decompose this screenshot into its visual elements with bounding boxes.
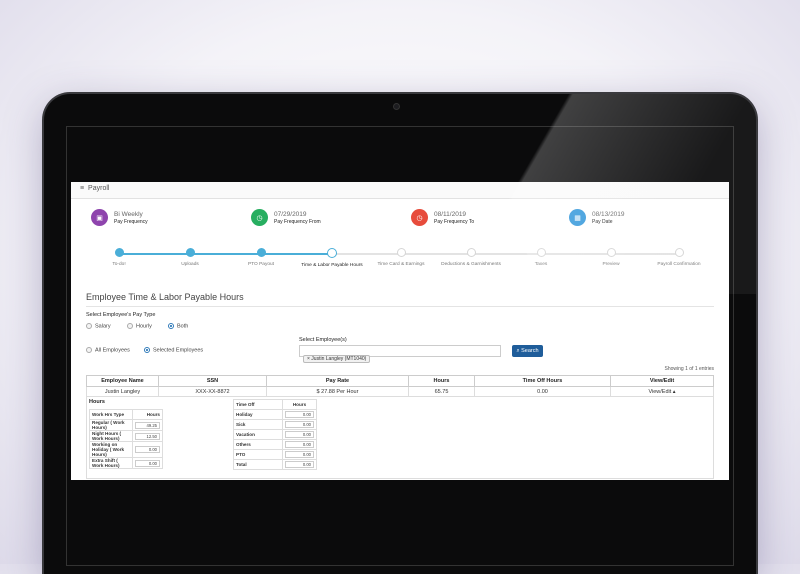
step-time-card[interactable]: Time Card & Earnings bbox=[366, 248, 436, 268]
pay-rate-cell: $ 27.88 Per Hour bbox=[266, 386, 409, 397]
step-uploads[interactable]: Uploads bbox=[155, 248, 225, 268]
money-icon: ▣ bbox=[91, 209, 108, 226]
divider bbox=[86, 306, 714, 307]
employee-tag[interactable]: × Justin Langley (MT1040) bbox=[303, 355, 371, 363]
col-pay-rate[interactable]: Pay Rate bbox=[266, 375, 409, 387]
panel-header: ≡ Payroll bbox=[71, 182, 729, 199]
step-pto-payout[interactable]: PTO Payout bbox=[226, 248, 296, 268]
col-time-off-hours[interactable]: Time Off Hours bbox=[474, 375, 611, 387]
hours-input[interactable]: 49.25 bbox=[135, 421, 160, 429]
col-employee-name[interactable]: Employee Name bbox=[86, 375, 159, 387]
table-row: Vacation 0.00 bbox=[233, 429, 317, 440]
time-off-input[interactable]: 0.00 bbox=[285, 451, 314, 458]
summary-value: 08/11/2019 bbox=[434, 210, 467, 218]
summary-value: 08/13/2019 bbox=[592, 210, 625, 218]
hours-cell: 65.75 bbox=[408, 386, 475, 397]
radio-all-employees[interactable]: All Employees bbox=[86, 347, 130, 353]
time-off-input[interactable]: 0.00 bbox=[285, 431, 314, 438]
entries-count: Showing 1 of 1 entries bbox=[664, 366, 714, 372]
col-ssn[interactable]: SSN bbox=[158, 375, 267, 387]
summary-label: Pay Frequency To bbox=[434, 218, 475, 225]
employee-table: Employee Name SSN Pay Rate Hours Time Of… bbox=[86, 375, 714, 397]
time-off-input[interactable]: 0.00 bbox=[285, 441, 314, 448]
summary-pay-frequency: ▣ Bi Weekly Pay Frequency bbox=[91, 209, 148, 226]
pay-type-label: Select Employee's Pay Type bbox=[86, 312, 156, 318]
progress-stepper: To-do! Uploads PTO Payout Time & Labor P… bbox=[71, 245, 729, 297]
radio-hourly[interactable]: Hourly bbox=[127, 323, 152, 329]
select-employee-label: Select Employee(s) bbox=[299, 337, 347, 343]
table-row: Night Hours ( Work Hours) 12.50 bbox=[89, 430, 163, 442]
employee-name-link[interactable]: Justin Langley bbox=[86, 386, 159, 397]
table-row: Extra Shift ( Work Hours) 0.00 bbox=[89, 457, 163, 469]
time-off-table: Time Off Hours Holiday 0.00 Sick 0.00 Vacat… bbox=[233, 399, 317, 470]
table-row: Others 0.00 bbox=[233, 439, 317, 450]
calendar-icon: ▦ bbox=[569, 209, 586, 226]
time-off-input[interactable]: 0.00 bbox=[285, 411, 314, 418]
search-button[interactable]: ⌕ Search bbox=[512, 345, 543, 357]
step-preview[interactable]: Preview bbox=[576, 248, 646, 268]
search-icon: ⌕ bbox=[516, 348, 520, 354]
employee-multiselect[interactable]: × Justin Langley (MT1040) bbox=[299, 345, 501, 363]
time-off-total: 0.00 bbox=[285, 461, 314, 468]
summary-pay-from: ◷ 07/29/2019 Pay Frequency From bbox=[251, 209, 321, 226]
clock-icon: ◷ bbox=[251, 209, 268, 226]
step-taxes[interactable]: Taxes bbox=[506, 248, 576, 268]
table-row: Regular ( Work Hours) 49.25 bbox=[89, 419, 163, 431]
view-edit-link[interactable]: View/Edit ▴ bbox=[610, 386, 714, 397]
work-hrs-type-header: Work Hrs Type bbox=[89, 409, 133, 420]
hours-input[interactable]: 0.00 bbox=[135, 459, 160, 467]
hours-detail-title: Hours bbox=[89, 399, 105, 405]
step-confirmation[interactable]: Payroll Confirmation bbox=[644, 248, 714, 268]
section-title: Employee Time & Labor Payable Hours bbox=[86, 292, 244, 302]
laptop-frame: ≡ Payroll ▣ Bi Weekly Pay Frequency ◷ 07… bbox=[44, 94, 756, 574]
hours-input[interactable]: 12.50 bbox=[135, 432, 160, 440]
table-row: Working on Holiday ( Work Hours) 0.00 bbox=[89, 441, 163, 458]
ssn-cell: XXX-XX-8872 bbox=[158, 386, 267, 397]
col-hours[interactable]: Hours bbox=[408, 375, 475, 387]
radio-selected-employees[interactable]: Selected Employees bbox=[144, 347, 203, 353]
time-off-hours-header: Hours bbox=[282, 399, 317, 410]
clock-icon: ◷ bbox=[411, 209, 428, 226]
work-hours-table: Work Hrs Type Hours Regular ( Work Hours)… bbox=[89, 409, 163, 469]
table-row: Holiday 0.00 bbox=[233, 409, 317, 420]
summary-label: Pay Date bbox=[592, 218, 613, 225]
summary-pay-date: ▦ 08/13/2019 Pay Date bbox=[569, 209, 625, 226]
step-deductions[interactable]: Deductions & Garnishments bbox=[436, 248, 506, 268]
summary-value: Bi Weekly bbox=[114, 210, 143, 218]
summary-bar: ▣ Bi Weekly Pay Frequency ◷ 07/29/2019 P… bbox=[71, 199, 729, 245]
summary-value: 07/29/2019 bbox=[274, 210, 307, 218]
table-header-row: Employee Name SSN Pay Rate Hours Time Of… bbox=[86, 375, 714, 387]
step-todo[interactable]: To-do! bbox=[84, 248, 154, 268]
time-off-header: Time Off bbox=[233, 399, 283, 410]
col-view-edit: View/Edit bbox=[610, 375, 714, 387]
table-row: Sick 0.00 bbox=[233, 419, 317, 430]
time-off-cell: 0.00 bbox=[474, 386, 611, 397]
table-row: Justin Langley XXX-XX-8872 $ 27.88 Per H… bbox=[86, 386, 714, 397]
camera-icon bbox=[393, 103, 400, 110]
time-off-input[interactable]: 0.00 bbox=[285, 421, 314, 428]
menu-icon[interactable]: ≡ bbox=[80, 185, 84, 192]
summary-label: Pay Frequency bbox=[114, 218, 148, 225]
radio-both[interactable]: Both bbox=[168, 323, 188, 329]
panel-title: Payroll bbox=[88, 185, 110, 192]
app-screen: ≡ Payroll ▣ Bi Weekly Pay Frequency ◷ 07… bbox=[71, 182, 729, 480]
hours-input[interactable]: 0.00 bbox=[135, 446, 160, 453]
hours-header: Hours bbox=[132, 409, 163, 420]
radio-salary[interactable]: Salary bbox=[86, 323, 111, 329]
employee-detail-panel: Hours Work Hrs Type Hours Regular ( Work … bbox=[86, 397, 714, 479]
table-row: Total 0.00 bbox=[233, 459, 317, 470]
search-button-label: Search bbox=[521, 348, 539, 354]
summary-label: Pay Frequency From bbox=[274, 218, 321, 225]
step-time-labor[interactable]: Time & Labor Payable Hours bbox=[297, 248, 367, 269]
summary-pay-to: ◷ 08/11/2019 Pay Frequency To bbox=[411, 209, 474, 226]
table-row: PTO 0.00 bbox=[233, 449, 317, 460]
